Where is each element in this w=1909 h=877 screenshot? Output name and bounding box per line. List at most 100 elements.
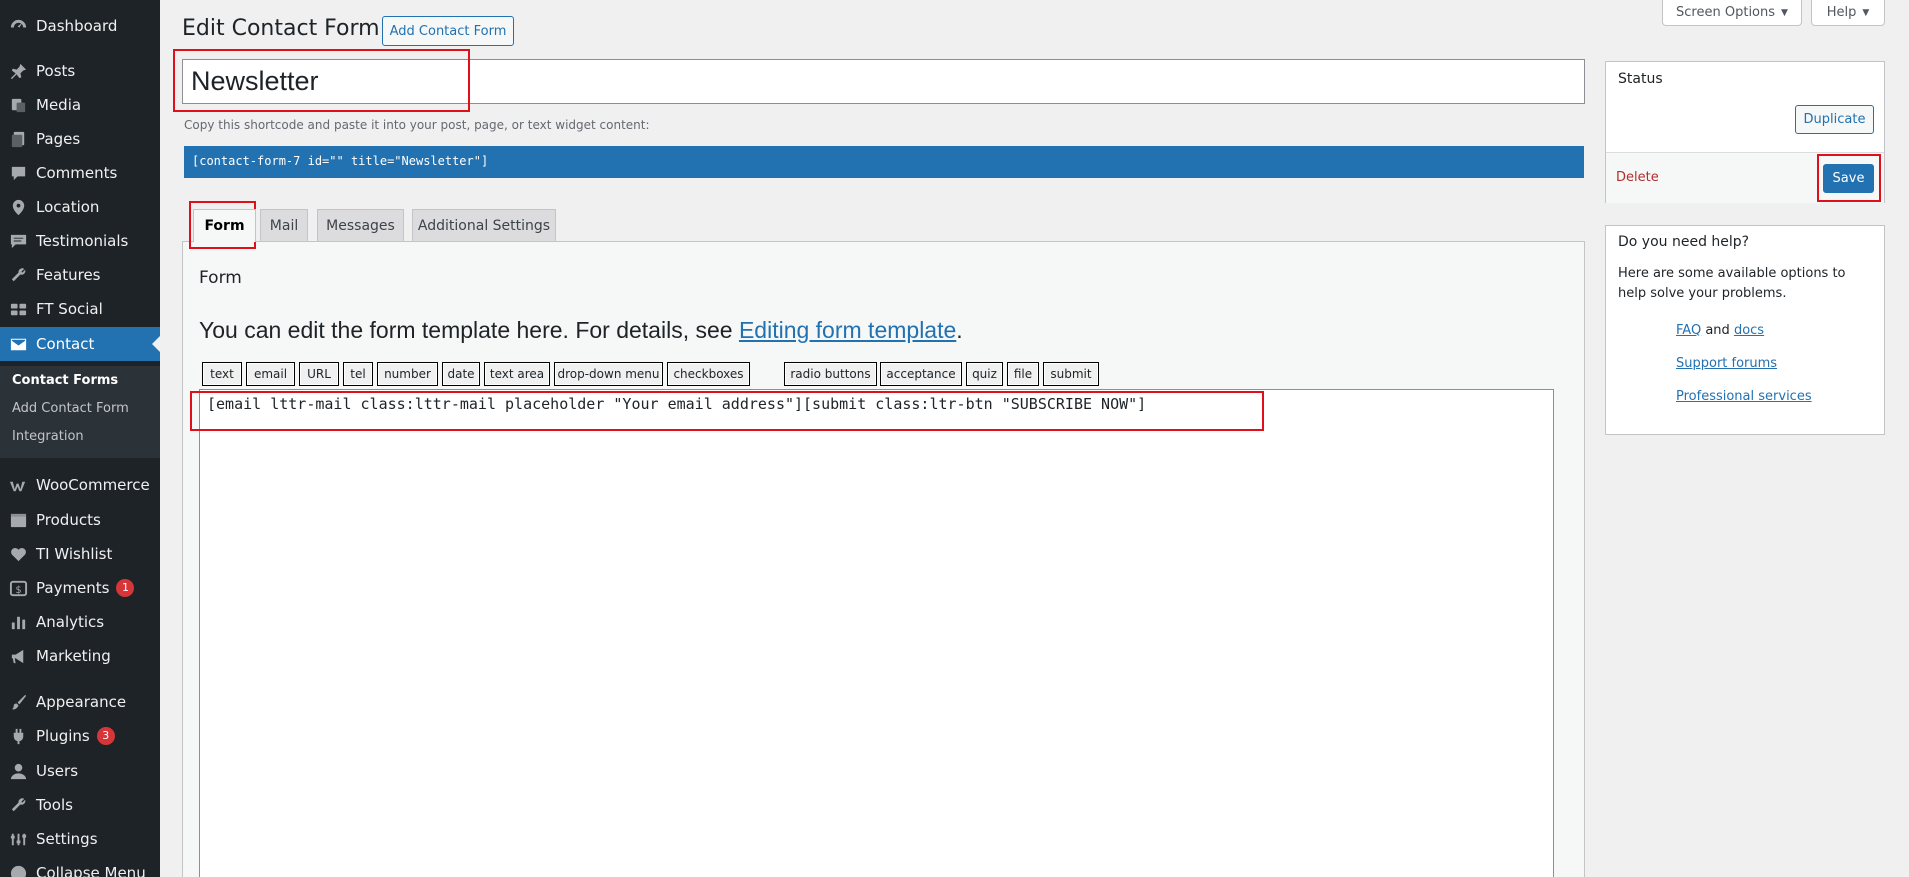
user-icon bbox=[0, 762, 36, 781]
sidebar-item-features[interactable]: Features bbox=[0, 258, 160, 292]
sidebar-item-label: Payments bbox=[36, 579, 110, 597]
sidebar-item-dashboard[interactable]: Dashboard bbox=[0, 9, 160, 43]
sidebar-item-label: Marketing bbox=[36, 647, 111, 665]
tag-button-radio-buttons[interactable]: radio buttons bbox=[784, 362, 877, 386]
help-label: Help bbox=[1826, 5, 1857, 20]
professional-services-link[interactable]: Professional services bbox=[1676, 389, 1812, 404]
tag-button-email[interactable]: email bbox=[246, 362, 295, 386]
form-template-editor[interactable]: [email lttr-mail class:lttr-mail placeho… bbox=[199, 389, 1554, 877]
submenu-item-contact-forms[interactable]: Contact Forms bbox=[12, 373, 118, 388]
editing-form-template-link[interactable]: Editing form template bbox=[739, 317, 956, 343]
sidebar-item-analytics[interactable]: Analytics bbox=[0, 605, 160, 639]
sidebar-item-contact[interactable]: Contact bbox=[0, 327, 160, 361]
tag-button-number[interactable]: number bbox=[377, 362, 438, 386]
sidebar-item-marketing[interactable]: Marketing bbox=[0, 639, 160, 673]
sidebar-item-payments[interactable]: $ Payments 1 bbox=[0, 571, 160, 605]
tools-icon bbox=[0, 796, 36, 815]
woocommerce-icon bbox=[0, 476, 36, 495]
faq-link[interactable]: FAQ bbox=[1676, 323, 1701, 338]
sidebar-item-posts[interactable]: Posts bbox=[0, 54, 160, 88]
sidebar-item-label: Products bbox=[36, 511, 101, 529]
save-button[interactable]: Save bbox=[1823, 164, 1874, 193]
panel-intro: You can edit the form template here. For… bbox=[199, 317, 963, 344]
tag-button-file[interactable]: file bbox=[1007, 362, 1039, 386]
sidebar-item-label: WooCommerce bbox=[36, 476, 150, 494]
form-title-input[interactable] bbox=[182, 59, 1585, 104]
collapse-icon bbox=[0, 864, 36, 877]
brush-icon bbox=[0, 693, 36, 712]
help-title: Do you need help? bbox=[1618, 234, 1750, 250]
sidebar-item-woocommerce[interactable]: WooCommerce bbox=[0, 468, 160, 502]
sidebar-item-label: Plugins bbox=[36, 727, 90, 745]
tag-button-drop-down-menu[interactable]: drop-down menu bbox=[554, 362, 663, 386]
tag-button-url[interactable]: URL bbox=[299, 362, 339, 386]
bar-chart-icon bbox=[0, 613, 36, 632]
shortcode-field[interactable]: [contact-form-7 id="" title="Newsletter"… bbox=[184, 146, 1584, 178]
caret-down-icon: ▼ bbox=[1781, 7, 1788, 18]
tag-button-checkboxes[interactable]: checkboxes bbox=[667, 362, 750, 386]
sidebar-item-users[interactable]: Users bbox=[0, 754, 160, 788]
sidebar-item-label: Tools bbox=[36, 796, 73, 814]
sidebar-item-settings[interactable]: Settings bbox=[0, 822, 160, 856]
tab-form[interactable]: Form bbox=[193, 209, 256, 242]
tag-button-text-area[interactable]: text area bbox=[484, 362, 550, 386]
add-contact-form-button[interactable]: Add Contact Form bbox=[382, 16, 514, 46]
sidebar-item-comments[interactable]: Comments bbox=[0, 156, 160, 190]
tag-button-quiz[interactable]: quiz bbox=[966, 362, 1003, 386]
help-box: Do you need help? Here are some availabl… bbox=[1605, 225, 1885, 435]
support-forums-link[interactable]: Support forums bbox=[1676, 356, 1777, 371]
sidebar-item-products[interactable]: Products bbox=[0, 503, 160, 537]
testimonial-icon bbox=[0, 232, 36, 251]
tag-button-submit[interactable]: submit bbox=[1043, 362, 1099, 386]
megaphone-icon bbox=[0, 647, 36, 666]
sidebar-item-media[interactable]: Media bbox=[0, 88, 160, 122]
sidebar-item-collapse-menu[interactable]: Collapse Menu bbox=[0, 856, 160, 877]
shortcode-hint: Copy this shortcode and paste it into yo… bbox=[184, 118, 650, 132]
duplicate-button[interactable]: Duplicate bbox=[1795, 105, 1874, 134]
sidebar-item-ti-wishlist[interactable]: TI Wishlist bbox=[0, 537, 160, 571]
sidebar-item-location[interactable]: Location bbox=[0, 190, 160, 224]
form-panel: Form You can edit the form template here… bbox=[182, 241, 1585, 877]
help-text: Here are some available options to help … bbox=[1618, 266, 1846, 301]
status-box: Status Duplicate Delete Save bbox=[1605, 61, 1885, 203]
location-pin-icon bbox=[0, 198, 36, 217]
admin-sidebar: Dashboard Posts Media Pages Comments Location… bbox=[0, 0, 160, 877]
dashboard-icon bbox=[0, 17, 36, 36]
sidebar-item-label: Features bbox=[36, 266, 101, 284]
tab-additional-settings[interactable]: Additional Settings bbox=[412, 209, 556, 241]
submenu-item-integration[interactable]: Integration bbox=[12, 429, 84, 444]
docs-link[interactable]: docs bbox=[1734, 323, 1764, 338]
update-count-badge: 3 bbox=[96, 727, 115, 745]
sidebar-item-ft-social[interactable]: FT Social bbox=[0, 292, 160, 326]
intro-end: . bbox=[956, 317, 963, 343]
major-actions: Delete Save bbox=[1606, 152, 1884, 203]
tag-button-date[interactable]: date bbox=[442, 362, 480, 386]
tag-button-tel[interactable]: tel bbox=[343, 362, 373, 386]
sidebar-item-testimonials[interactable]: Testimonials bbox=[0, 224, 160, 258]
sidebar-item-label: Dashboard bbox=[36, 17, 118, 35]
tag-button-acceptance[interactable]: acceptance bbox=[880, 362, 962, 386]
sidebar-item-plugins[interactable]: Plugins 3 bbox=[0, 719, 160, 753]
submenu-item-add-contact-form[interactable]: Add Contact Form bbox=[12, 401, 129, 416]
sidebar-item-tools[interactable]: Tools bbox=[0, 788, 160, 822]
sidebar-item-label: Pages bbox=[36, 130, 81, 148]
products-icon bbox=[0, 511, 36, 530]
payments-icon: $ bbox=[0, 579, 36, 598]
help-button[interactable]: Help ▼ bbox=[1811, 0, 1885, 26]
pin-icon bbox=[0, 62, 36, 81]
sidebar-item-label: Comments bbox=[36, 164, 118, 182]
screen-options-button[interactable]: Screen Options ▼ bbox=[1662, 0, 1802, 26]
tab-messages[interactable]: Messages bbox=[317, 209, 404, 241]
intro-text: You can edit the form template here. For… bbox=[199, 317, 739, 343]
sidebar-item-label: Posts bbox=[36, 62, 76, 80]
tab-mail[interactable]: Mail bbox=[260, 209, 308, 241]
sidebar-item-label: Media bbox=[36, 96, 82, 114]
status-title: Status bbox=[1618, 71, 1663, 87]
tag-button-text[interactable]: text bbox=[202, 362, 242, 386]
caret-down-icon: ▼ bbox=[1862, 7, 1870, 18]
sidebar-item-appearance[interactable]: Appearance bbox=[0, 685, 160, 719]
media-icon bbox=[0, 96, 36, 115]
sidebar-item-label: Users bbox=[36, 762, 79, 780]
sidebar-item-pages[interactable]: Pages bbox=[0, 122, 160, 156]
delete-link[interactable]: Delete bbox=[1616, 170, 1659, 185]
